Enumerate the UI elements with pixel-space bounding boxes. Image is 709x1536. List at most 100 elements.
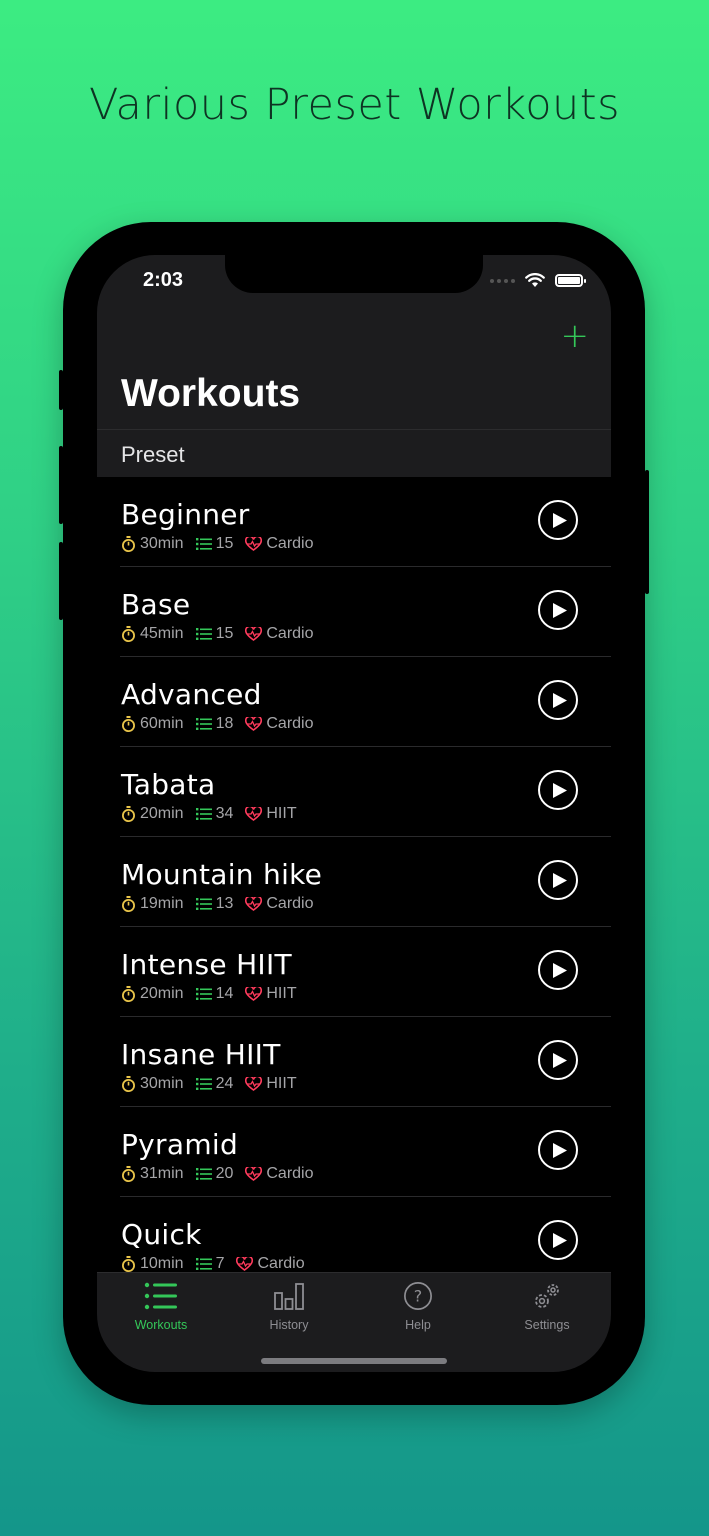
workout-row[interactable]: Insane HIIT 30min 24 HIIT [97,1017,611,1107]
workout-name: Tabata [121,768,216,801]
workout-row[interactable]: Mountain hike 19min 13 Cardio [97,837,611,927]
stopwatch-icon [122,896,135,912]
svg-text:?: ? [414,1287,422,1306]
workout-meta: 20min 14 HIIT [121,985,309,1003]
heart-rate-icon [245,717,263,731]
workout-type: HIIT [266,985,297,1002]
workout-exercise-count: 14 [215,985,234,1002]
exercise-list-icon [195,1168,212,1180]
workout-exercise-count: 24 [215,1075,234,1092]
tab-workouts-label: Workouts [134,1318,188,1332]
volume-down-button [59,542,63,620]
workout-duration: 30min [140,535,184,552]
tab-help[interactable]: ? Help [354,1281,482,1332]
workout-name: Quick [121,1218,202,1251]
app-screen: 2:03 + Workouts Preset Beginner 30min 15… [97,255,611,1372]
play-button[interactable] [538,590,578,630]
exercise-list-icon [195,988,212,1000]
tab-bar: Workouts History ? Help Settings [97,1272,611,1372]
workout-type: Cardio [266,715,314,732]
exercise-list-icon [195,538,212,550]
workout-meta: 19min 13 Cardio [121,895,326,913]
workout-meta: 30min 15 Cardio [121,535,326,553]
bar-chart-icon [274,1283,304,1310]
status-time: 2:03 [143,269,184,291]
tab-settings[interactable]: Settings [483,1281,611,1332]
stopwatch-icon [122,806,135,822]
play-icon [553,783,567,798]
workout-row[interactable]: Base 45min 15 Cardio [97,567,611,657]
workout-exercise-count: 7 [215,1255,225,1272]
play-button[interactable] [538,770,578,810]
stopwatch-icon [122,626,135,642]
workout-list: Beginner 30min 15 Cardio Base 45min 15 C… [97,477,611,1287]
workout-name: Base [121,588,191,621]
stopwatch-icon [122,986,135,1002]
workout-duration: 19min [140,895,184,912]
play-icon [553,1233,567,1248]
heart-rate-icon [245,537,263,551]
workout-type: Cardio [266,895,314,912]
gear-icon [535,1284,559,1308]
workout-meta: 20min 34 HIIT [121,805,309,823]
heart-rate-icon [245,1077,263,1091]
workout-row[interactable]: Tabata 20min 34 HIIT [97,747,611,837]
page-title: Workouts [121,372,301,415]
workout-duration: 20min [140,805,184,822]
workout-type: Cardio [266,535,314,552]
heart-rate-icon [245,987,263,1001]
heart-rate-icon [245,1167,263,1181]
section-header-label: Preset [121,442,185,467]
workout-row[interactable]: Advanced 60min 18 Cardio [97,657,611,747]
headline: Various Preset Workouts [88,80,621,130]
tab-history[interactable]: History [225,1281,353,1332]
add-workout-button[interactable]: + [561,319,590,353]
exercise-list-icon [195,628,212,640]
workout-row[interactable]: Intense HIIT 20min 14 HIIT [97,927,611,1017]
play-button[interactable] [538,500,578,540]
wifi-icon [525,273,545,287]
workout-name: Intense HIIT [121,948,292,981]
workout-duration: 60min [140,715,184,732]
workout-name: Mountain hike [121,858,323,891]
workout-name: Insane HIIT [121,1038,281,1071]
heart-rate-icon [245,807,263,821]
workout-meta: 30min 24 HIIT [121,1075,309,1093]
play-button[interactable] [538,1040,578,1080]
workout-name: Advanced [121,678,262,711]
workout-meta: 31min 20 Cardio [121,1165,326,1183]
workout-duration: 10min [140,1255,184,1272]
play-icon [553,873,567,888]
tab-workouts[interactable]: Workouts [97,1281,225,1332]
play-button[interactable] [538,1220,578,1260]
play-icon [553,1053,567,1068]
heart-rate-icon [236,1257,254,1271]
question-icon: ? [404,1282,432,1310]
workout-type: Cardio [266,625,314,642]
workout-duration: 31min [140,1165,184,1182]
play-icon [553,1143,567,1158]
workout-duration: 45min [140,625,184,642]
workout-row[interactable]: Beginner 30min 15 Cardio [97,477,611,567]
battery-icon [555,274,586,287]
stopwatch-icon [122,1076,135,1092]
workout-duration: 20min [140,985,184,1002]
play-icon [553,603,567,618]
phone-frame: 2:03 + Workouts Preset Beginner 30min 15… [59,222,649,1405]
workout-exercise-count: 15 [215,625,234,642]
play-button[interactable] [538,950,578,990]
stopwatch-icon [122,1166,135,1182]
list-icon [144,1282,177,1310]
play-button[interactable] [538,680,578,720]
play-icon [553,513,567,528]
workout-name: Pyramid [121,1128,239,1161]
workout-exercise-count: 18 [215,715,234,732]
home-indicator [261,1358,447,1364]
workout-type: Cardio [257,1255,305,1272]
workout-row[interactable]: Pyramid 31min 20 Cardio [97,1107,611,1197]
stopwatch-icon [122,536,135,552]
tab-settings-label: Settings [524,1318,570,1332]
play-button[interactable] [538,860,578,900]
play-button[interactable] [538,1130,578,1170]
exercise-list-icon [195,1258,212,1270]
